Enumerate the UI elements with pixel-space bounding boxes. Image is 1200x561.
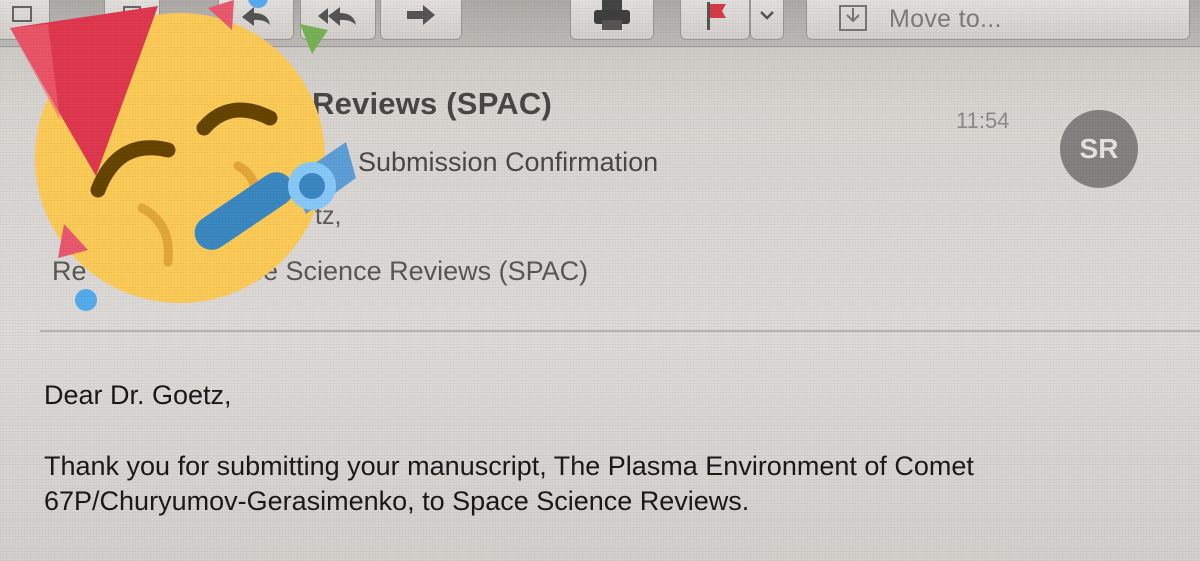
flag-icon — [707, 2, 726, 30]
party-face-emoji — [10, 0, 356, 311]
forward-button[interactable] — [380, 0, 462, 40]
move-icon — [839, 5, 867, 31]
confetti — [300, 24, 328, 54]
confetti — [75, 289, 97, 311]
greeting: Dear Dr. Goetz, — [44, 380, 232, 410]
mail-screen: Move to... Reviews (SPAC) 11:54 SR Submi… — [0, 0, 1200, 561]
chevron-down-icon — [760, 11, 774, 20]
message-subject: Submission Confirmation — [358, 147, 659, 177]
flag-menu-button[interactable] — [750, 0, 784, 40]
print-button[interactable] — [570, 0, 654, 40]
header-divider — [40, 330, 1200, 332]
message-body: Dear Dr. Goetz, Thank you for submitting… — [44, 378, 1164, 519]
confetti — [248, 0, 268, 8]
print-icon — [594, 0, 630, 30]
forward-icon — [407, 5, 435, 25]
avatar[interactable]: SR — [1060, 110, 1138, 188]
flag-button[interactable] — [680, 0, 750, 40]
message-time: 11:54 — [956, 108, 1010, 133]
move-to-button[interactable]: Move to... — [806, 0, 1190, 40]
body-paragraph: Thank you for submitting your manuscript… — [44, 451, 974, 516]
move-to-label: Move to... — [889, 4, 1002, 33]
avatar-initials: SR — [1079, 133, 1119, 164]
